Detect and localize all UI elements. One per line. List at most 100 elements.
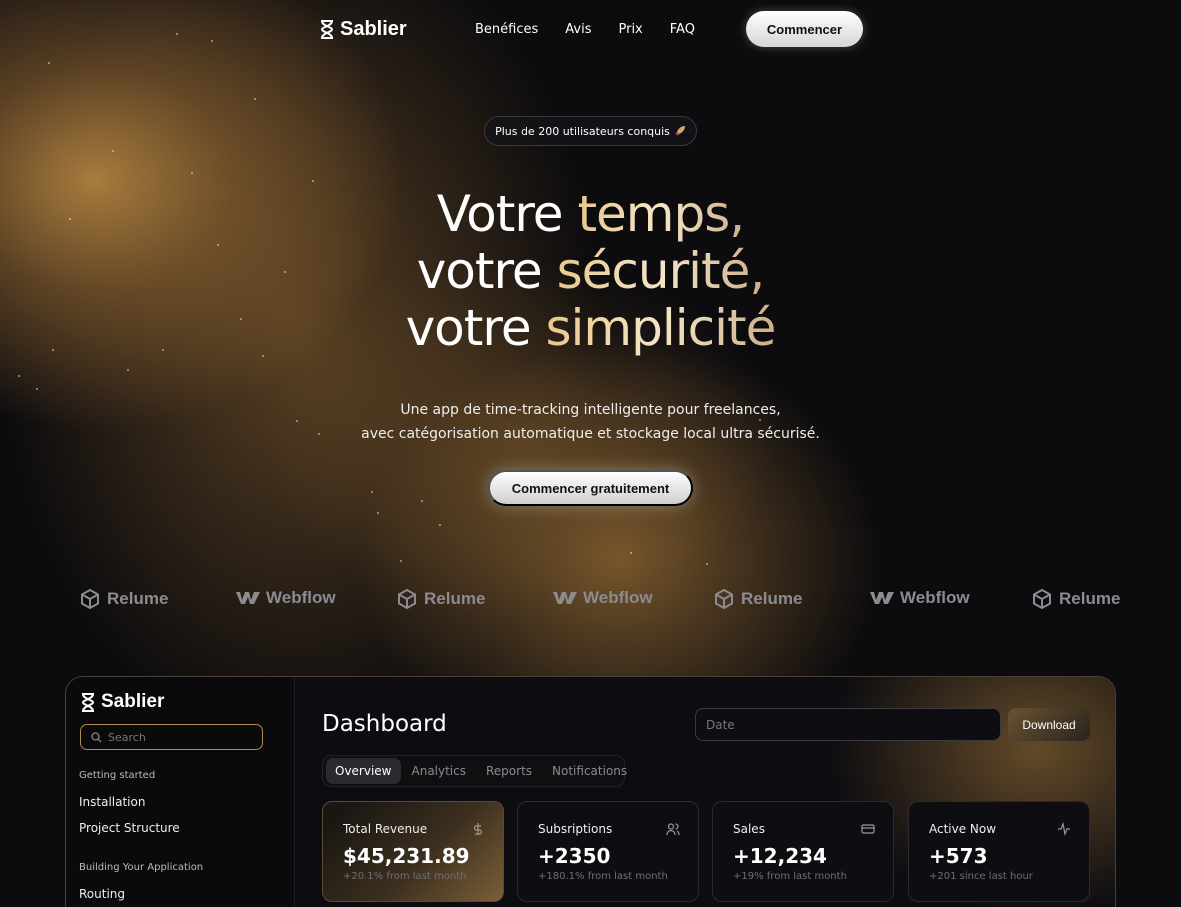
logo-label: Relume (107, 589, 169, 608)
download-button[interactable]: Download (1008, 708, 1090, 741)
webflow-logo: Webflow (870, 588, 970, 608)
logo-strip: Relume Webflow Relume Webflow Relume Web… (0, 588, 1121, 616)
headline-accent-1: temps, (577, 185, 745, 243)
card-note: +20.1% from last month (343, 871, 467, 882)
logo-label: Webflow (583, 588, 653, 607)
star-dot (127, 369, 129, 371)
nav-link-faq[interactable]: FAQ (670, 22, 695, 37)
relume-logo: Relume (713, 588, 802, 610)
hourglass-icon (320, 20, 334, 39)
logo-label: Webflow (900, 588, 970, 607)
sidebar-item-installation[interactable]: Installation (79, 795, 145, 809)
brand-logo[interactable]: Sablier (320, 18, 407, 41)
dashboard-tabs: Overview Analytics Reports Notifications (322, 755, 627, 787)
landing-page: Sablier Benéfices Avis Prix FAQ Commence… (0, 0, 1181, 907)
headline-plain-2: votre (416, 242, 557, 300)
headline-accent-2: sécurité, (556, 242, 766, 300)
sidebar-section-building: Building Your Application (79, 862, 204, 873)
tab-notifications[interactable]: Notifications (543, 758, 636, 784)
badge-text: Plus de 200 utilisateurs conquis (495, 124, 670, 138)
webflow-logo: Webflow (236, 588, 336, 608)
tab-analytics[interactable]: Analytics (403, 758, 476, 784)
star-dot (371, 491, 373, 493)
users-badge: Plus de 200 utilisateurs conquis (484, 116, 697, 146)
nav-links: Benéfices Avis Prix FAQ (475, 22, 695, 37)
logo-label: Webflow (266, 588, 336, 607)
relume-cube-icon (715, 588, 733, 610)
start-free-button[interactable]: Commencer gratuitement (488, 470, 693, 506)
card-note: +201 since last hour (929, 871, 1033, 882)
relume-cube-icon (398, 588, 416, 610)
dashboard-main: Dashboard Date Download Overview Analyti… (295, 677, 1115, 907)
dashboard-sidebar: Sablier Search Getting started Installat… (66, 677, 295, 907)
sidebar-item-project-structure[interactable]: Project Structure (79, 821, 180, 835)
relume-cube-icon (81, 588, 99, 610)
search-icon (91, 731, 102, 742)
card-note: +19% from last month (733, 871, 847, 882)
relume-cube-icon (1033, 588, 1051, 610)
star-dot (48, 62, 50, 64)
star-dot (630, 552, 632, 554)
search-placeholder: Search (108, 730, 146, 744)
card-value: +12,234 (733, 844, 827, 868)
sidebar-search-input[interactable]: Search (80, 724, 263, 750)
star-dot (112, 150, 114, 152)
card-title: Active Now (929, 822, 997, 836)
logo-label: Relume (1059, 589, 1121, 608)
stat-card-sales: Sales +12,234 +19% from last month (712, 801, 894, 902)
star-dot (439, 524, 441, 526)
card-title: Total Revenue (343, 822, 428, 836)
sidebar-brand-name: Sablier (101, 691, 165, 712)
star-dot (400, 560, 402, 562)
relume-logo: Relume (1031, 588, 1120, 610)
star-dot (421, 500, 423, 502)
nav-link-prix[interactable]: Prix (618, 22, 642, 37)
sidebar-section-getting-started: Getting started (79, 770, 156, 781)
stat-card-revenue: Total Revenue $45,231.89 +20.1% from las… (322, 801, 504, 902)
logo-label: Relume (741, 589, 803, 608)
card-value: +573 (929, 844, 988, 868)
star-dot (377, 512, 379, 514)
star-dot (191, 172, 193, 174)
dashboard-preview: Sablier Search Getting started Installat… (65, 676, 1116, 907)
card-title: Subsriptions (538, 822, 613, 836)
star-dot (312, 180, 314, 182)
star-dot (254, 98, 256, 100)
tab-overview[interactable]: Overview (326, 758, 401, 784)
headline-accent-3: simplicité (545, 299, 776, 357)
stat-card-active: Active Now +573 +201 since last hour (908, 801, 1090, 902)
activity-icon (1058, 822, 1070, 836)
top-nav: Sablier Benéfices Avis Prix FAQ Commence… (0, 0, 1181, 60)
relume-logo: Relume (79, 588, 168, 610)
date-input[interactable]: Date (695, 708, 1001, 741)
headline-plain-3: votre (405, 299, 546, 357)
hero-headline: Votre temps, votre sécurité, votre simpl… (0, 186, 1181, 357)
subtitle-line-1: Une app de time-tracking intelligente po… (400, 402, 781, 418)
sidebar-brand[interactable]: Sablier (81, 691, 164, 713)
nav-start-button[interactable]: Commencer (746, 11, 863, 47)
card-value: +2350 (538, 844, 611, 868)
nav-link-benefices[interactable]: Benéfices (475, 22, 538, 37)
relume-logo: Relume (396, 588, 485, 610)
nav-link-avis[interactable]: Avis (565, 22, 591, 37)
webflow-logo: Webflow (553, 588, 653, 608)
card-note: +180.1% from last month (538, 871, 668, 882)
date-placeholder: Date (706, 717, 735, 732)
users-icon (666, 823, 680, 836)
star-dot (706, 563, 708, 565)
headline-plain-1: Votre (436, 185, 578, 243)
headline-line-3: votre simplicité (0, 300, 1181, 357)
tab-reports[interactable]: Reports (477, 758, 541, 784)
sidebar-item-routing[interactable]: Routing (79, 887, 125, 901)
hero-subtitle: Une app de time-tracking intelligente po… (0, 398, 1181, 446)
webflow-w-icon (236, 592, 260, 604)
webflow-w-icon (870, 592, 894, 604)
card-title: Sales (733, 822, 765, 836)
card-value: $45,231.89 (343, 844, 470, 868)
rocket-icon (674, 126, 685, 136)
star-dot (36, 388, 38, 390)
dashboard-title: Dashboard (322, 711, 447, 737)
credit-card-icon (861, 824, 875, 834)
brand-name: Sablier (340, 18, 407, 40)
headline-line-2: votre sécurité, (0, 243, 1181, 300)
